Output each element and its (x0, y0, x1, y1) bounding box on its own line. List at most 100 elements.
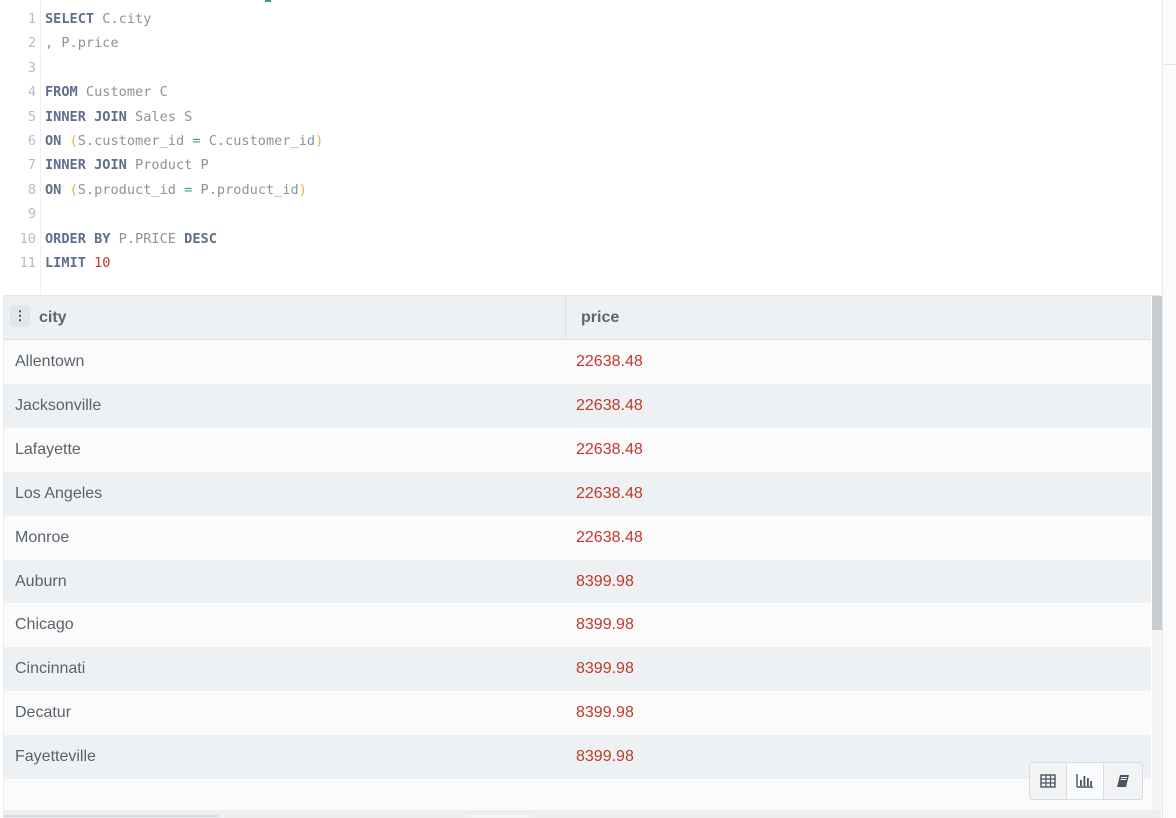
cell-city[interactable]: Allentown (15, 340, 84, 384)
code-token: P.product_id (192, 181, 299, 198)
cell-price[interactable]: 8399.98 (576, 647, 634, 691)
code-token: P.PRICE (110, 230, 185, 247)
table-row[interactable]: Los Angeles 22638.48 (4, 471, 1151, 516)
view-switcher (1029, 762, 1143, 800)
line-number: 11 (19, 255, 36, 271)
sql-keyword: INNER JOIN (45, 108, 127, 125)
line-number: 10 (19, 230, 36, 247)
grid-footer-space (4, 779, 1151, 810)
table-row[interactable]: Fayetteville 8399.98 (4, 735, 1151, 780)
cell-city[interactable]: Auburn (15, 560, 67, 604)
table-row[interactable]: Allentown 22638.48 (4, 340, 1151, 384)
cell-city[interactable]: Los Angeles (15, 472, 102, 516)
code-line[interactable]: 5 INNER JOIN Sales S (3, 105, 1153, 129)
cell-city[interactable]: Fayetteville (15, 735, 96, 779)
cell-price[interactable]: 22638.48 (576, 340, 643, 384)
code-token: C.city (94, 11, 152, 27)
line-number: 4 (27, 84, 36, 101)
cell-city[interactable]: Decatur (15, 691, 71, 735)
horizontal-scrollbar[interactable] (3, 810, 1161, 818)
code-token: S.customer_id (77, 133, 193, 149)
code-line[interactable]: 8 ON (S.product_id = P.product_id) (3, 178, 1153, 202)
cell-city[interactable]: Lafayette (15, 428, 81, 472)
line-number: 3 (27, 59, 36, 76)
code-text: FROM Customer C (45, 80, 168, 104)
code-token: ) (298, 181, 307, 198)
horizontal-scrollbar-thumb[interactable] (468, 815, 530, 817)
table-view-button[interactable] (1030, 763, 1067, 799)
code-line[interactable]: 10 ORDER BY P.PRICE DESC (3, 227, 1153, 251)
code-token: Product P (126, 157, 209, 174)
column-header-city[interactable]: city (39, 296, 67, 339)
sql-keyword: ON (45, 181, 62, 198)
code-line[interactable]: 3 (3, 56, 1153, 80)
horizontal-scrollbar-segment (3, 815, 218, 817)
sql-editor[interactable]: 1 SELECT C.city 2 , P.price 3 4 FROM Customer … (3, 0, 1161, 296)
bar-chart-icon (1076, 774, 1093, 788)
results-header: ⋮ city price (4, 296, 1151, 340)
table-row[interactable]: Decatur 8399.98 (4, 691, 1151, 736)
line-number: 8 (27, 181, 36, 198)
line-number: 6 (27, 133, 36, 149)
side-panel-divider (1163, 64, 1176, 65)
sql-keyword: ORDER BY (45, 230, 111, 247)
cell-city[interactable]: Cincinnati (15, 647, 85, 691)
cell-price[interactable]: 8399.98 (576, 735, 634, 779)
line-number: 1 (27, 11, 36, 27)
cell-city[interactable]: Chicago (15, 603, 74, 647)
code-line[interactable]: 4 FROM Customer C (3, 80, 1153, 104)
code-token: C.customer_id (200, 133, 316, 149)
column-menu-handle[interactable]: ⋮ (10, 305, 30, 327)
table-icon (1040, 774, 1056, 788)
code-text: ON (S.customer_id = C.customer_id) (45, 129, 323, 153)
code-line[interactable]: 1 SELECT C.city (3, 7, 1153, 31)
cell-city[interactable]: Monroe (15, 516, 69, 560)
cell-price[interactable]: 22638.48 (576, 472, 643, 516)
column-header-price[interactable]: price (581, 296, 619, 339)
code-token: ) (315, 133, 324, 149)
code-token: Sales S (126, 108, 193, 125)
code-token: ( (69, 181, 78, 198)
table-row[interactable]: Cincinnati 8399.98 (4, 647, 1151, 692)
cell-price[interactable]: 22638.48 (576, 516, 643, 560)
table-row[interactable]: Lafayette 22638.48 (4, 427, 1151, 472)
sql-keyword: SELECT (45, 11, 95, 27)
chart-view-button[interactable] (1067, 763, 1104, 799)
table-row[interactable]: Auburn 8399.98 (4, 559, 1151, 604)
cell-price[interactable]: 22638.48 (576, 384, 643, 428)
sql-keyword: INNER JOIN (45, 157, 127, 174)
code-token: 10 (94, 255, 111, 271)
code-line[interactable]: 7 INNER JOIN Product P (3, 153, 1153, 177)
table-row[interactable]: Monroe 22638.48 (4, 515, 1151, 560)
cell-price[interactable]: 8399.98 (576, 603, 634, 647)
code-line[interactable]: 2 , P.price (3, 31, 1153, 55)
code-text: INNER JOIN Product P (45, 153, 209, 177)
table-row[interactable]: Jacksonville 22638.48 (4, 383, 1151, 428)
code-token: , P.price (45, 35, 119, 52)
code-line[interactable]: 11 LIMIT 10 (3, 251, 1153, 275)
query-workspace: 1 SELECT C.city 2 , P.price 3 4 FROM Customer … (0, 0, 1176, 818)
code-text: INNER JOIN Sales S (45, 105, 192, 129)
vertical-scrollbar-thumb[interactable] (1152, 296, 1162, 630)
notebook-view-button[interactable] (1104, 763, 1141, 799)
table-row[interactable]: Chicago 8399.98 (4, 603, 1151, 648)
code-text: , P.price (45, 31, 119, 55)
line-number: 5 (27, 108, 36, 125)
code-text: LIMIT 10 (45, 251, 110, 275)
column-resize-handle[interactable] (565, 296, 566, 339)
code-token: Customer C (77, 84, 168, 101)
code-text: SELECT C.city (45, 7, 151, 31)
cell-city[interactable]: Jacksonville (15, 384, 101, 428)
cell-price[interactable]: 8399.98 (576, 560, 634, 604)
cell-price[interactable]: 8399.98 (576, 691, 634, 735)
notebook-icon (1116, 775, 1129, 787)
sql-keyword: FROM (45, 84, 78, 101)
code-line[interactable]: 9 (3, 202, 1153, 226)
code-line[interactable]: 6 ON (S.customer_id = C.customer_id) (3, 129, 1153, 153)
sql-keyword: DESC (184, 230, 217, 247)
cell-price[interactable]: 22638.48 (576, 428, 643, 472)
side-panel-strip (1162, 0, 1176, 818)
